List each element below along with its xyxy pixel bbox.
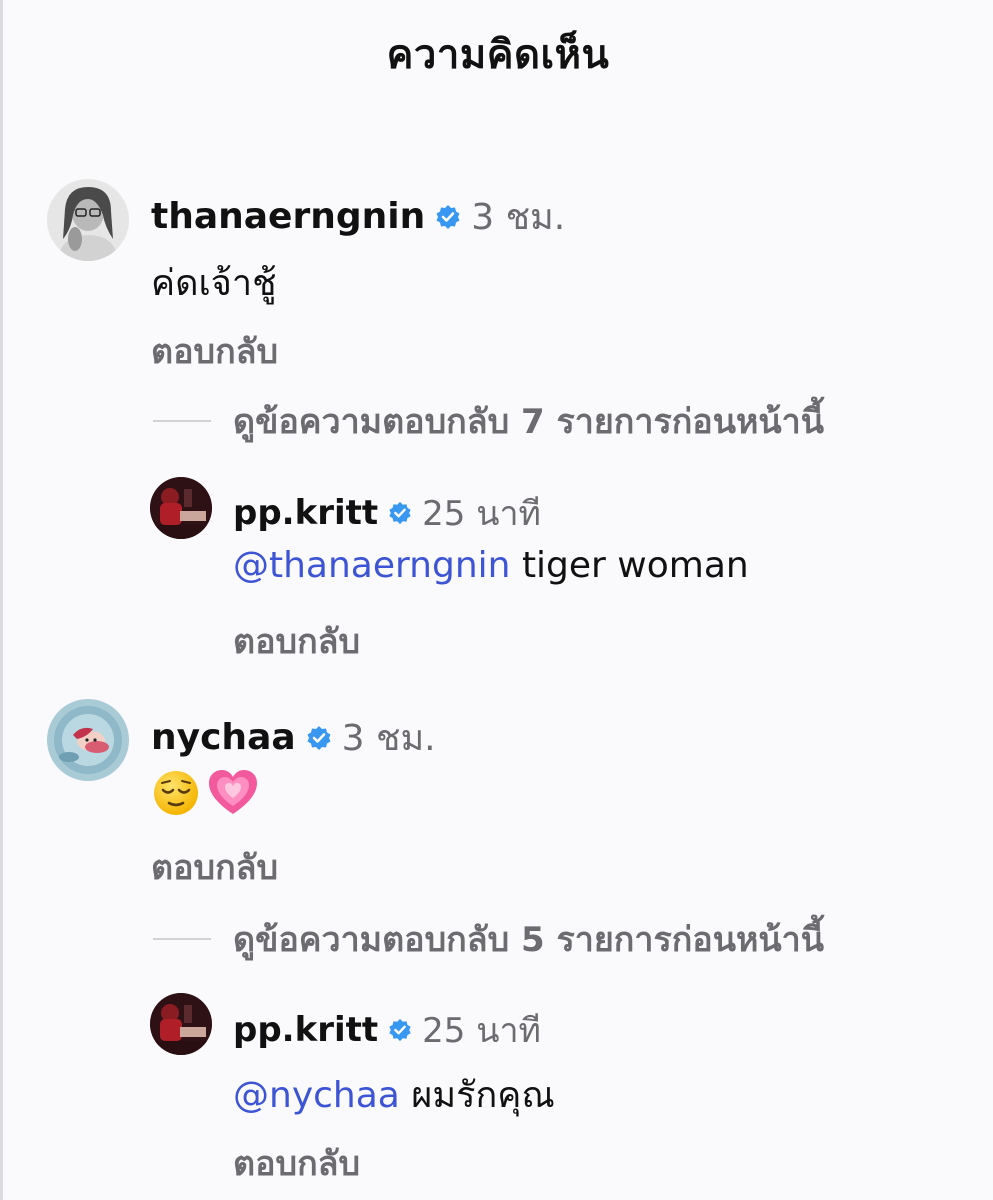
reply-text: @thanaerngnin tiger woman bbox=[233, 545, 749, 586]
reply-text: @nychaa ผมรักคุณ bbox=[233, 1066, 555, 1123]
comments-screen: ความคิดเห็น thanaerngnin 3 ชม. ค่ดเจ้าชู… bbox=[0, 0, 993, 1200]
verified-badge-icon bbox=[435, 204, 461, 230]
reply-button[interactable]: ตอบกลับ bbox=[151, 324, 278, 378]
view-previous-replies-button[interactable]: ดูข้อความตอบกลับ 7 รายการก่อนหน้านี้ bbox=[153, 394, 824, 448]
comment-text: ค่ดเจ้าชู้ bbox=[151, 263, 277, 304]
divider-line bbox=[153, 938, 211, 940]
mention-link[interactable]: @thanaerngnin bbox=[233, 545, 511, 586]
divider-line bbox=[153, 420, 211, 422]
avatar[interactable] bbox=[47, 699, 129, 781]
comment-username[interactable]: thanaerngnin bbox=[151, 196, 425, 237]
reply-text-body: tiger woman bbox=[510, 545, 749, 586]
mention-link[interactable]: @nychaa bbox=[233, 1075, 400, 1116]
reply-time: 25 นาที bbox=[422, 494, 541, 534]
verified-badge-icon bbox=[306, 725, 332, 751]
reply-header: pp.kritt 25 นาที bbox=[233, 486, 541, 540]
reply-time: 25 นาที bbox=[422, 1011, 541, 1051]
verified-badge-icon bbox=[388, 1018, 412, 1042]
reply-avatar[interactable] bbox=[150, 993, 212, 1055]
reply-username[interactable]: pp.kritt bbox=[233, 1010, 378, 1050]
view-replies-label: ดูข้อความตอบกลับ 5 รายการก่อนหน้านี้ bbox=[233, 920, 824, 960]
reply-button[interactable]: ตอบกลับ bbox=[233, 614, 360, 668]
page-title: ความคิดเห็น bbox=[386, 32, 610, 78]
comment-emojis bbox=[151, 768, 259, 822]
comment-time: 3 ชม. bbox=[341, 718, 436, 759]
comment-header: nychaa 3 ชม. bbox=[151, 709, 436, 766]
reply-header: pp.kritt 25 นาที bbox=[233, 1003, 541, 1057]
comment-username[interactable]: nychaa bbox=[151, 717, 296, 758]
reply-username[interactable]: pp.kritt bbox=[233, 493, 378, 533]
comment-time: 3 ชม. bbox=[471, 197, 566, 238]
reply-avatar[interactable] bbox=[150, 477, 212, 539]
view-previous-replies-button[interactable]: ดูข้อความตอบกลับ 5 รายการก่อนหน้านี้ bbox=[153, 912, 824, 966]
verified-badge-icon bbox=[388, 501, 412, 525]
reply-button[interactable]: ตอบกลับ bbox=[151, 840, 278, 894]
relieved-face-icon bbox=[151, 768, 201, 822]
view-replies-label: ดูข้อความตอบกลับ 7 รายการก่อนหน้านี้ bbox=[233, 402, 824, 442]
avatar[interactable] bbox=[47, 179, 129, 261]
reply-text-body: ผมรักคุณ bbox=[399, 1075, 555, 1116]
comment-header: thanaerngnin 3 ชม. bbox=[151, 188, 565, 245]
reply-button[interactable]: ตอบกลับ bbox=[233, 1136, 360, 1190]
growing-heart-icon bbox=[207, 768, 259, 822]
